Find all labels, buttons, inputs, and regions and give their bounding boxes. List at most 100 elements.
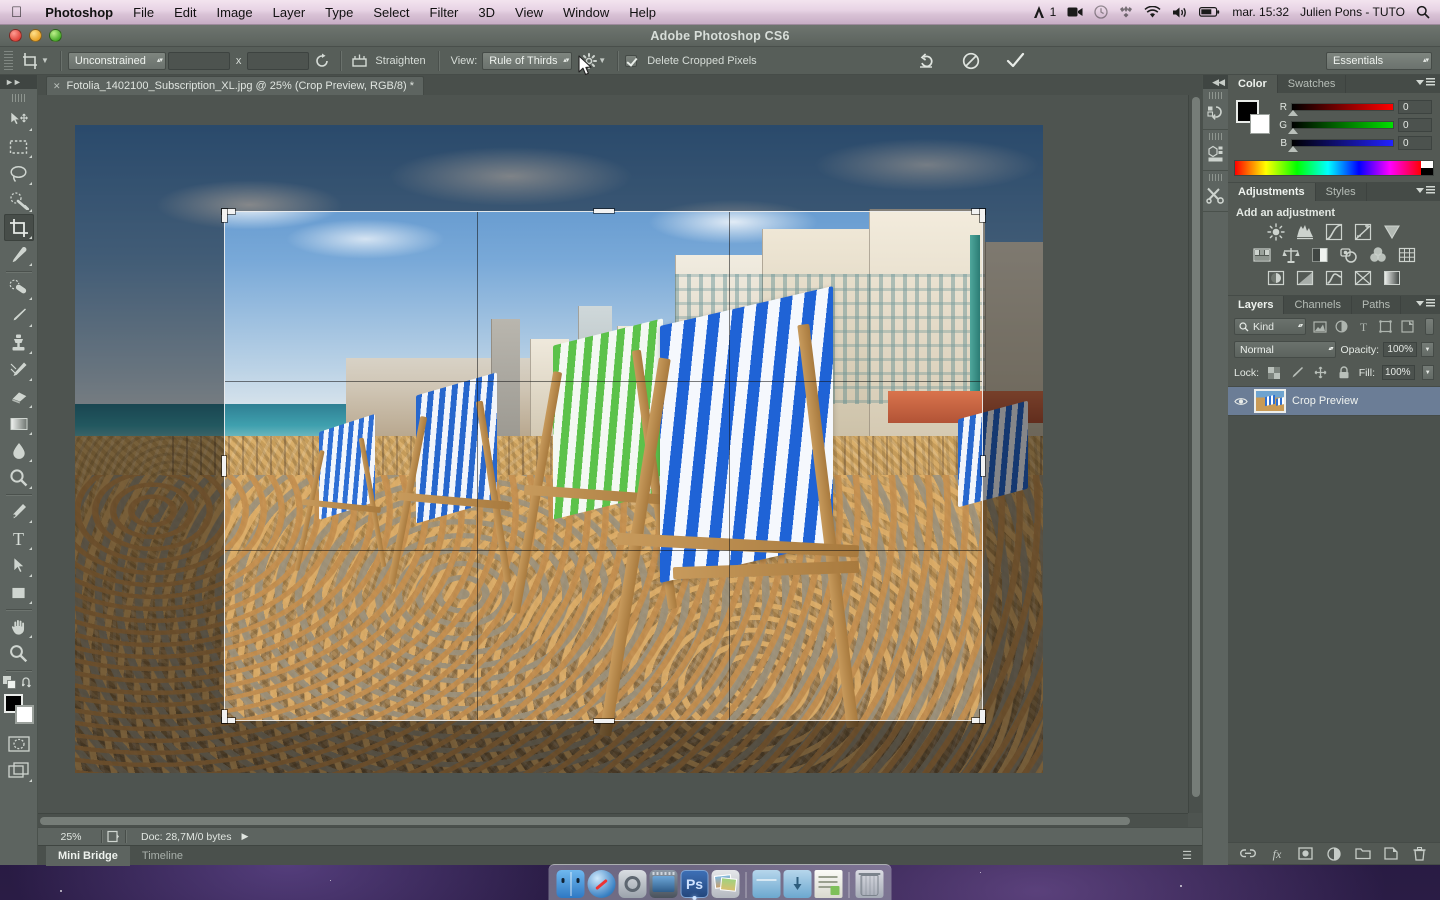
aspect-ratio-select[interactable]: Unconstrained — [67, 51, 166, 70]
document-icon[interactable] — [814, 870, 843, 898]
menu-item-layer[interactable]: Layer — [263, 0, 316, 25]
brightness-contrast-icon[interactable] — [1266, 223, 1286, 241]
rectangle-shape-tool[interactable] — [4, 579, 34, 606]
eyedropper-tool[interactable] — [4, 241, 34, 268]
white-black-swatches[interactable] — [1421, 161, 1433, 175]
zoom-tool[interactable] — [4, 640, 34, 667]
tab-timeline[interactable]: Timeline — [130, 846, 195, 866]
tab-paths[interactable]: Paths — [1352, 296, 1402, 314]
triangle-right-icon[interactable]: ▶ — [241, 831, 248, 842]
delete-cropped-pixels-checkbox[interactable] — [625, 54, 638, 67]
smart-object-filter-icon[interactable] — [1399, 318, 1416, 335]
spot-healing-brush-tool[interactable] — [4, 275, 34, 302]
threshold-icon[interactable] — [1324, 269, 1344, 287]
background-color-swatch[interactable] — [1250, 114, 1270, 134]
slider-knob[interactable] — [1288, 110, 1298, 116]
swap-dimensions-icon[interactable] — [311, 50, 333, 72]
crop-handle-middle-right[interactable] — [981, 456, 985, 476]
channel-value-g[interactable]: 0 — [1398, 118, 1432, 132]
layer-filter-kind-select[interactable]: Kind — [1234, 318, 1306, 335]
pen-tool[interactable] — [4, 498, 34, 525]
color-spectrum-ramp[interactable] — [1234, 160, 1434, 176]
tab-adjustments[interactable]: Adjustments — [1228, 183, 1316, 201]
crop-tool-icon[interactable] — [17, 49, 43, 73]
crop-handle-bottom-left[interactable] — [222, 710, 227, 723]
posterize-icon[interactable] — [1295, 269, 1315, 287]
crop-handle-bottom-right[interactable] — [980, 710, 985, 723]
reset-icon[interactable] — [916, 50, 938, 72]
tools-collapse-button[interactable]: ►► — [0, 75, 37, 89]
delete-layer-icon[interactable] — [1411, 845, 1429, 863]
rail-grip[interactable] — [1209, 174, 1222, 181]
brush-tool[interactable] — [4, 302, 34, 329]
rectangular-marquee-tool[interactable] — [4, 133, 34, 160]
menu-item-window[interactable]: Window — [553, 0, 619, 25]
layer-visibility-toggle[interactable] — [1234, 396, 1248, 407]
tab-swatches[interactable]: Swatches — [1278, 75, 1347, 93]
menu-item-help[interactable]: Help — [619, 0, 666, 25]
panel-menu-icon[interactable] — [1416, 186, 1435, 194]
options-bar-grip[interactable] — [4, 50, 13, 71]
type-layer-filter-icon[interactable]: T — [1355, 318, 1372, 335]
slider-knob[interactable] — [1288, 146, 1298, 152]
crop-handle-middle-left[interactable] — [222, 456, 226, 476]
system-preferences-icon[interactable] — [618, 870, 647, 898]
canvas[interactable] — [38, 95, 1202, 827]
gradient-tool[interactable] — [4, 410, 34, 437]
lock-transparency-icon[interactable] — [1266, 364, 1282, 381]
layer-row-crop-preview[interactable]: Crop Preview — [1228, 386, 1440, 416]
new-group-icon[interactable] — [1354, 845, 1372, 863]
iphoto-icon[interactable] — [711, 870, 740, 898]
hand-tool[interactable] — [4, 613, 34, 640]
preview-icon[interactable] — [107, 830, 120, 843]
levels-icon[interactable] — [1295, 223, 1315, 241]
screen-recording-icon[interactable] — [1067, 6, 1083, 18]
lasso-tool[interactable] — [4, 160, 34, 187]
straighten-label[interactable]: Straighten — [375, 55, 425, 67]
photo-filter-icon[interactable] — [1339, 246, 1359, 264]
folder-downloads-icon[interactable] — [783, 870, 812, 898]
tab-color[interactable]: Color — [1228, 75, 1278, 93]
time-machine-icon[interactable] — [1094, 5, 1109, 19]
opacity-stepper[interactable]: ▼ — [1421, 342, 1434, 357]
menu-item-select[interactable]: Select — [363, 0, 419, 25]
lock-position-icon[interactable] — [1312, 364, 1328, 381]
document-tab[interactable]: ✕ Fotolia_1402100_Subscription_XL.jpg @ … — [46, 76, 425, 95]
blend-mode-select[interactable]: Normal — [1234, 341, 1337, 358]
eraser-tool[interactable] — [4, 383, 34, 410]
menu-item-file[interactable]: File — [123, 0, 164, 25]
move-tool[interactable] — [4, 106, 34, 133]
menubar-clock[interactable]: mar. 15:32 — [1232, 5, 1289, 19]
swap-colors-icon[interactable] — [22, 676, 34, 689]
new-adjustment-layer-icon[interactable] — [1325, 845, 1343, 863]
gradient-map-icon[interactable] — [1382, 269, 1402, 287]
panel-menu-icon[interactable] — [1416, 78, 1435, 86]
layer-style-fx-icon[interactable]: fx — [1268, 845, 1286, 863]
color-balance-icon[interactable] — [1281, 246, 1301, 264]
rail-grip[interactable] — [1209, 133, 1222, 140]
vibrance-icon[interactable] — [1382, 223, 1402, 241]
menu-item-photoshop[interactable]: Photoshop — [35, 0, 123, 25]
fill-stepper[interactable]: ▼ — [1421, 365, 1434, 380]
tool-presets-panel-icon[interactable] — [1205, 184, 1227, 206]
crop-tool[interactable] — [3, 214, 34, 241]
lock-all-icon[interactable] — [1336, 364, 1352, 381]
type-tool[interactable]: T — [4, 525, 34, 552]
layer-name[interactable]: Crop Preview — [1292, 395, 1358, 407]
menu-item-3d[interactable]: 3D — [468, 0, 505, 25]
crop-width-input[interactable] — [167, 51, 230, 70]
zoom-window-button[interactable] — [49, 29, 62, 42]
zoom-level[interactable]: 25% — [46, 831, 96, 843]
straighten-icon[interactable] — [348, 50, 370, 72]
quick-mask-icon[interactable] — [4, 730, 34, 757]
crop-handle-top-center[interactable] — [593, 209, 614, 213]
workspace-select[interactable]: Essentials — [1326, 51, 1432, 70]
color-lookup-icon[interactable] — [1397, 246, 1417, 264]
screen-mode-icon[interactable] — [4, 757, 34, 784]
tools-grip[interactable] — [11, 94, 26, 102]
crop-handle-top-left[interactable] — [222, 209, 227, 222]
imovie-icon[interactable] — [649, 870, 678, 898]
opacity-value[interactable]: 100% — [1383, 342, 1417, 357]
background-color-swatch[interactable] — [14, 705, 34, 724]
battery-icon[interactable] — [1199, 6, 1221, 18]
